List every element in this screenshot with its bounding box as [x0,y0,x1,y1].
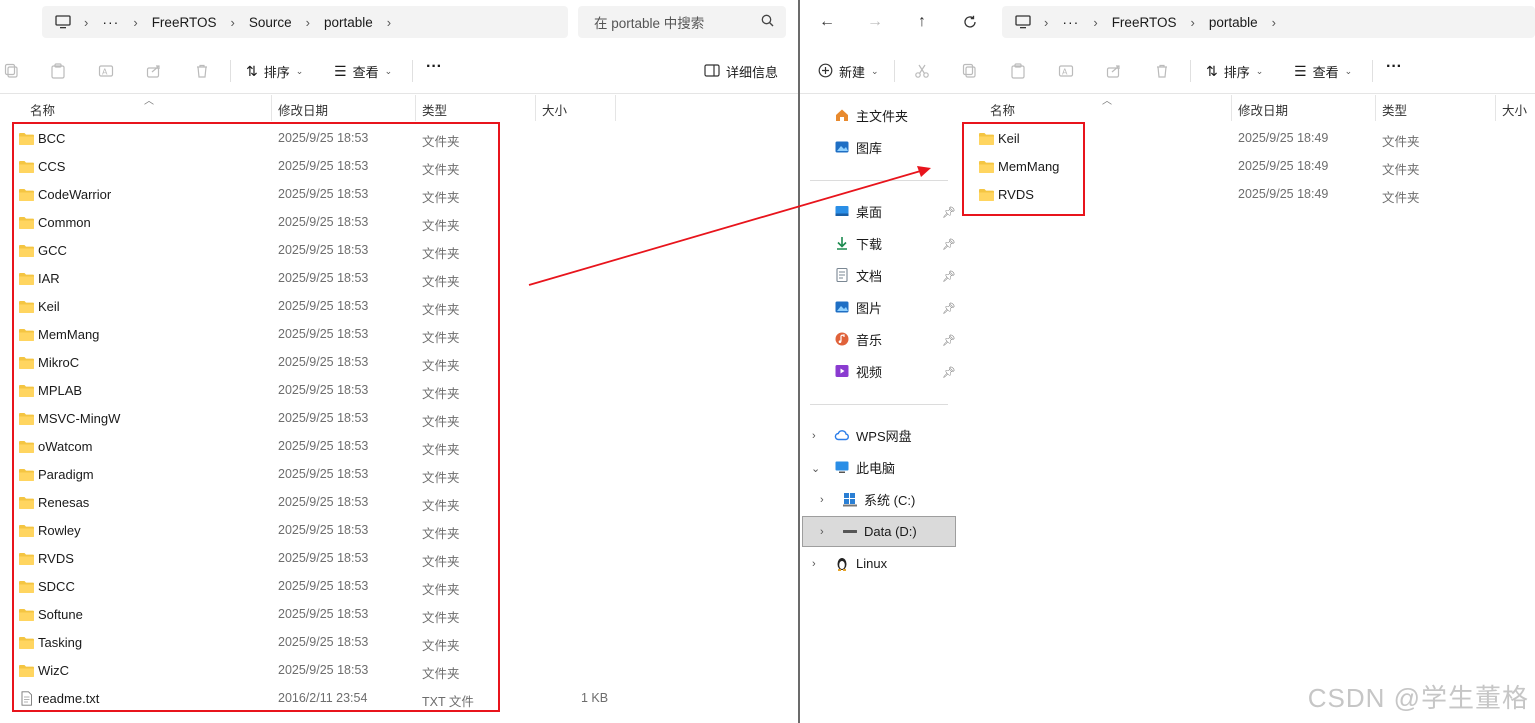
watermark: CSDN @学生董格 [1307,683,1529,713]
annotation-arrow [528,166,931,286]
